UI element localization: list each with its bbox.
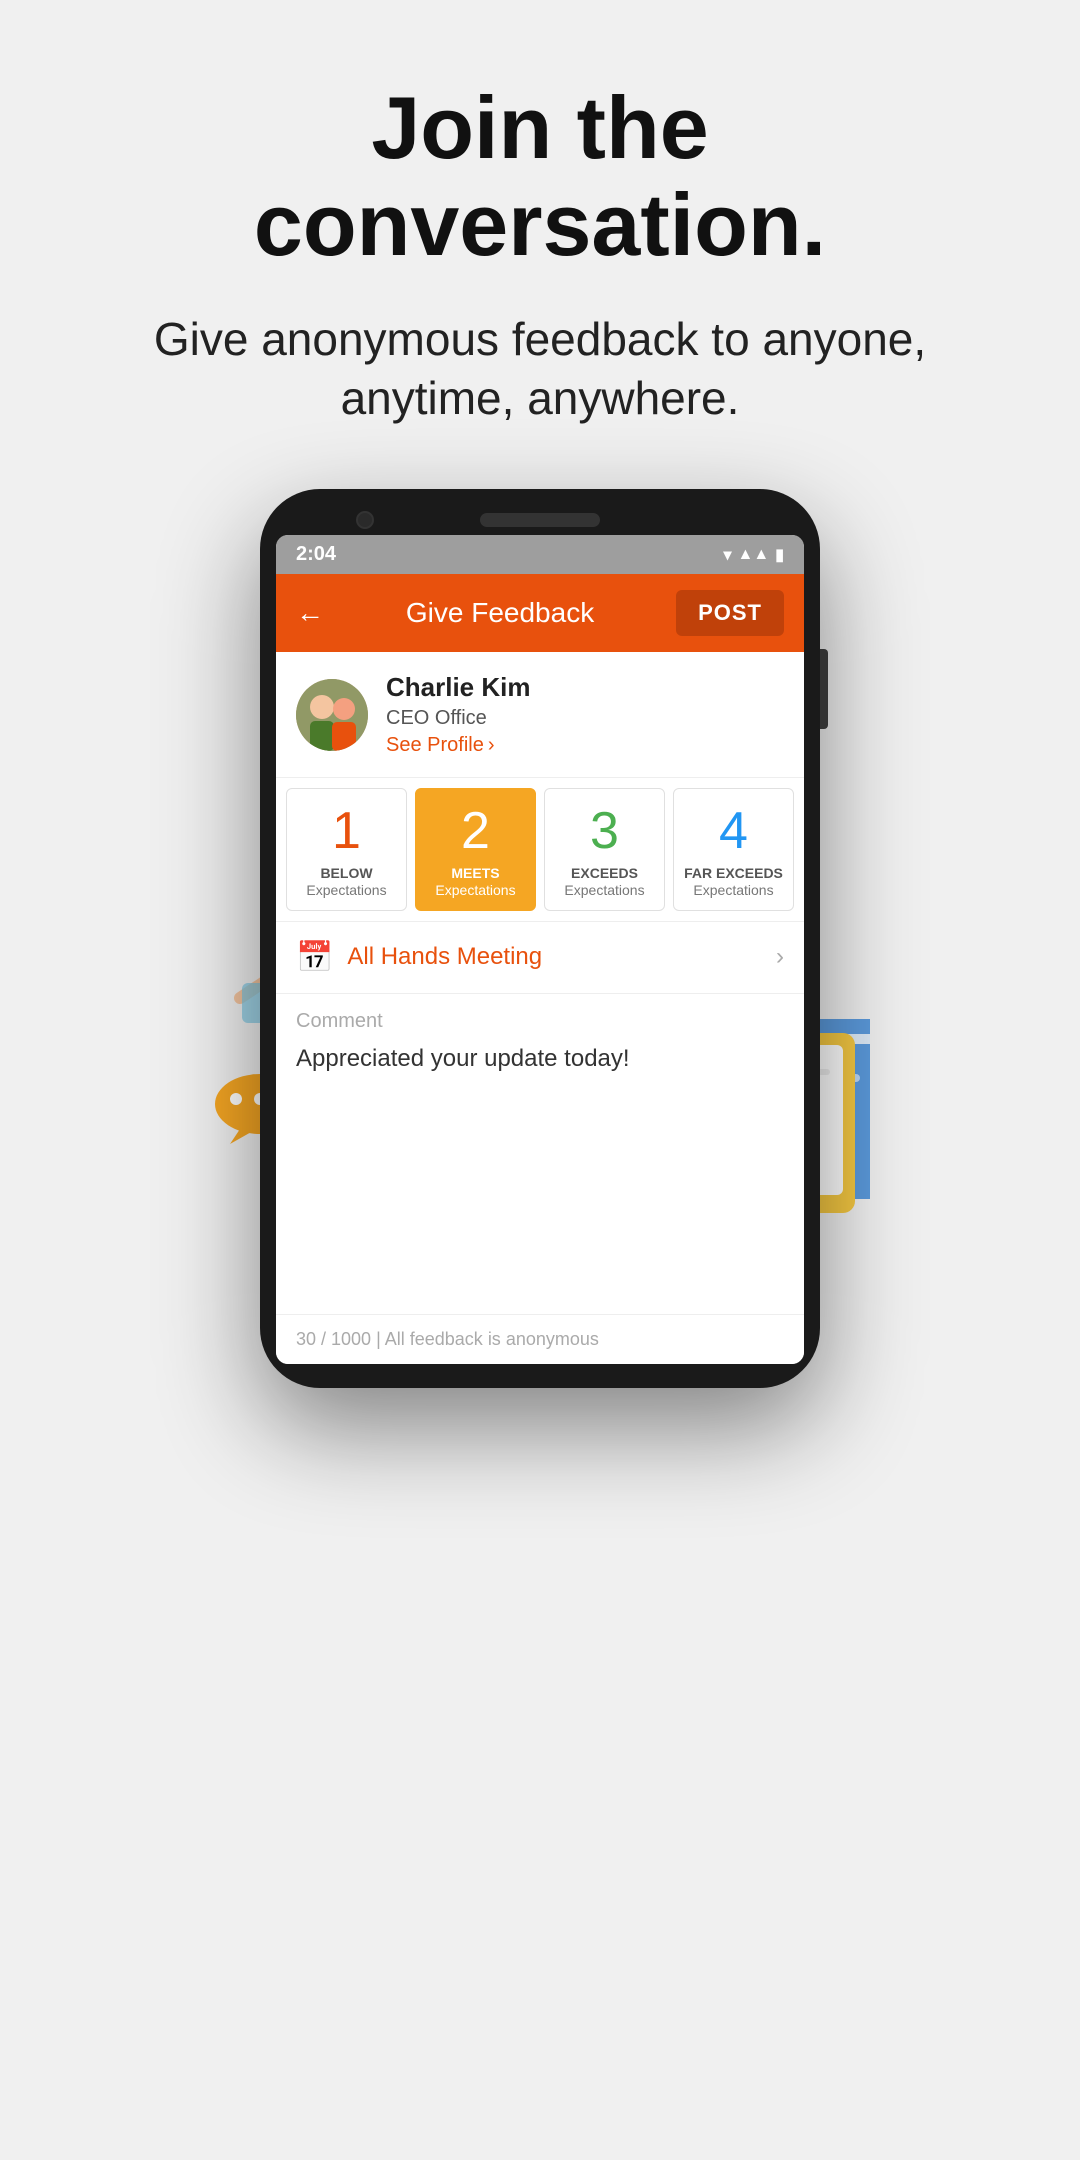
- wifi-icon: ▾: [723, 545, 731, 565]
- rating-card-4[interactable]: 4 FAR EXCEEDS Expectations: [673, 788, 794, 911]
- screen-footer: 30 / 1000 | All feedback is anonymous: [276, 1314, 804, 1364]
- rating-label-top-1: BELOW: [295, 865, 398, 882]
- app-header: ← Give Feedback POST: [276, 574, 804, 652]
- profile-chevron-icon: ›: [488, 734, 495, 757]
- rating-number-3: 3: [553, 805, 656, 857]
- back-button[interactable]: ←: [296, 597, 324, 629]
- rating-label-top-4: FAR EXCEEDS: [682, 865, 785, 882]
- rating-card-1[interactable]: 1 BELOW Expectations: [286, 788, 407, 911]
- rating-label-bottom-3: Expectations: [553, 882, 656, 898]
- rating-label-bottom-1: Expectations: [295, 882, 398, 898]
- hero-subtitle: Give anonymous feedback to anyone, anyti…: [130, 310, 950, 430]
- header-title: Give Feedback: [406, 597, 594, 629]
- battery-icon: ▮: [775, 545, 784, 565]
- avatar: [296, 679, 368, 751]
- phone-container: 2:04 ▾ ▲▲ ▮ ← Give Feedback POST: [250, 489, 830, 1388]
- rating-label-bottom-4: Expectations: [682, 882, 785, 898]
- calendar-icon: 📅: [296, 940, 333, 975]
- phone-screen: 2:04 ▾ ▲▲ ▮ ← Give Feedback POST: [276, 535, 804, 1364]
- rating-label-top-3: EXCEEDS: [553, 865, 656, 882]
- page-wrapper: Join the conversation. Give anonymous fe…: [0, 0, 1080, 2160]
- rating-label-bottom-2: Expectations: [424, 882, 527, 898]
- status-bar: 2:04 ▾ ▲▲ ▮: [276, 535, 804, 574]
- see-profile-link[interactable]: See Profile ›: [386, 734, 531, 757]
- rating-section: 1 BELOW Expectations 2 MEETS Expectation…: [276, 778, 804, 922]
- profile-info: Charlie Kim CEO Office See Profile ›: [386, 672, 531, 757]
- phone-volume-button: [820, 649, 828, 729]
- status-time: 2:04: [296, 543, 336, 566]
- comment-text: Appreciated your update today!: [296, 1045, 784, 1073]
- phone-speaker: [480, 513, 600, 527]
- profile-role: CEO Office: [386, 707, 531, 730]
- status-icons: ▾ ▲▲ ▮: [723, 545, 784, 565]
- phone-top-bar: [276, 513, 804, 527]
- hero-title: Join the conversation.: [140, 80, 940, 274]
- rating-card-3[interactable]: 3 EXCEEDS Expectations: [544, 788, 665, 911]
- phone-shell: 2:04 ▾ ▲▲ ▮ ← Give Feedback POST: [260, 489, 820, 1388]
- signal-icon: ▲▲: [738, 546, 770, 564]
- meeting-chevron-icon: ›: [776, 943, 784, 971]
- meeting-info: 📅 All Hands Meeting: [296, 940, 542, 975]
- comment-placeholder: Comment: [296, 1010, 784, 1033]
- profile-row: Charlie Kim CEO Office See Profile ›: [276, 652, 804, 778]
- footer-text: 30 / 1000 | All feedback is anonymous: [296, 1329, 599, 1349]
- rating-label-top-2: MEETS: [424, 865, 527, 882]
- post-button[interactable]: POST: [676, 590, 784, 636]
- comment-section[interactable]: Comment Appreciated your update today!: [276, 994, 804, 1314]
- rating-number-1: 1: [295, 805, 398, 857]
- rating-number-4: 4: [682, 805, 785, 857]
- phone-camera: [356, 511, 374, 529]
- rating-card-2[interactable]: 2 MEETS Expectations: [415, 788, 536, 911]
- meeting-label: All Hands Meeting: [347, 943, 542, 971]
- meeting-row[interactable]: 📅 All Hands Meeting ›: [276, 922, 804, 994]
- rating-number-2: 2: [424, 805, 527, 857]
- profile-name: Charlie Kim: [386, 672, 531, 703]
